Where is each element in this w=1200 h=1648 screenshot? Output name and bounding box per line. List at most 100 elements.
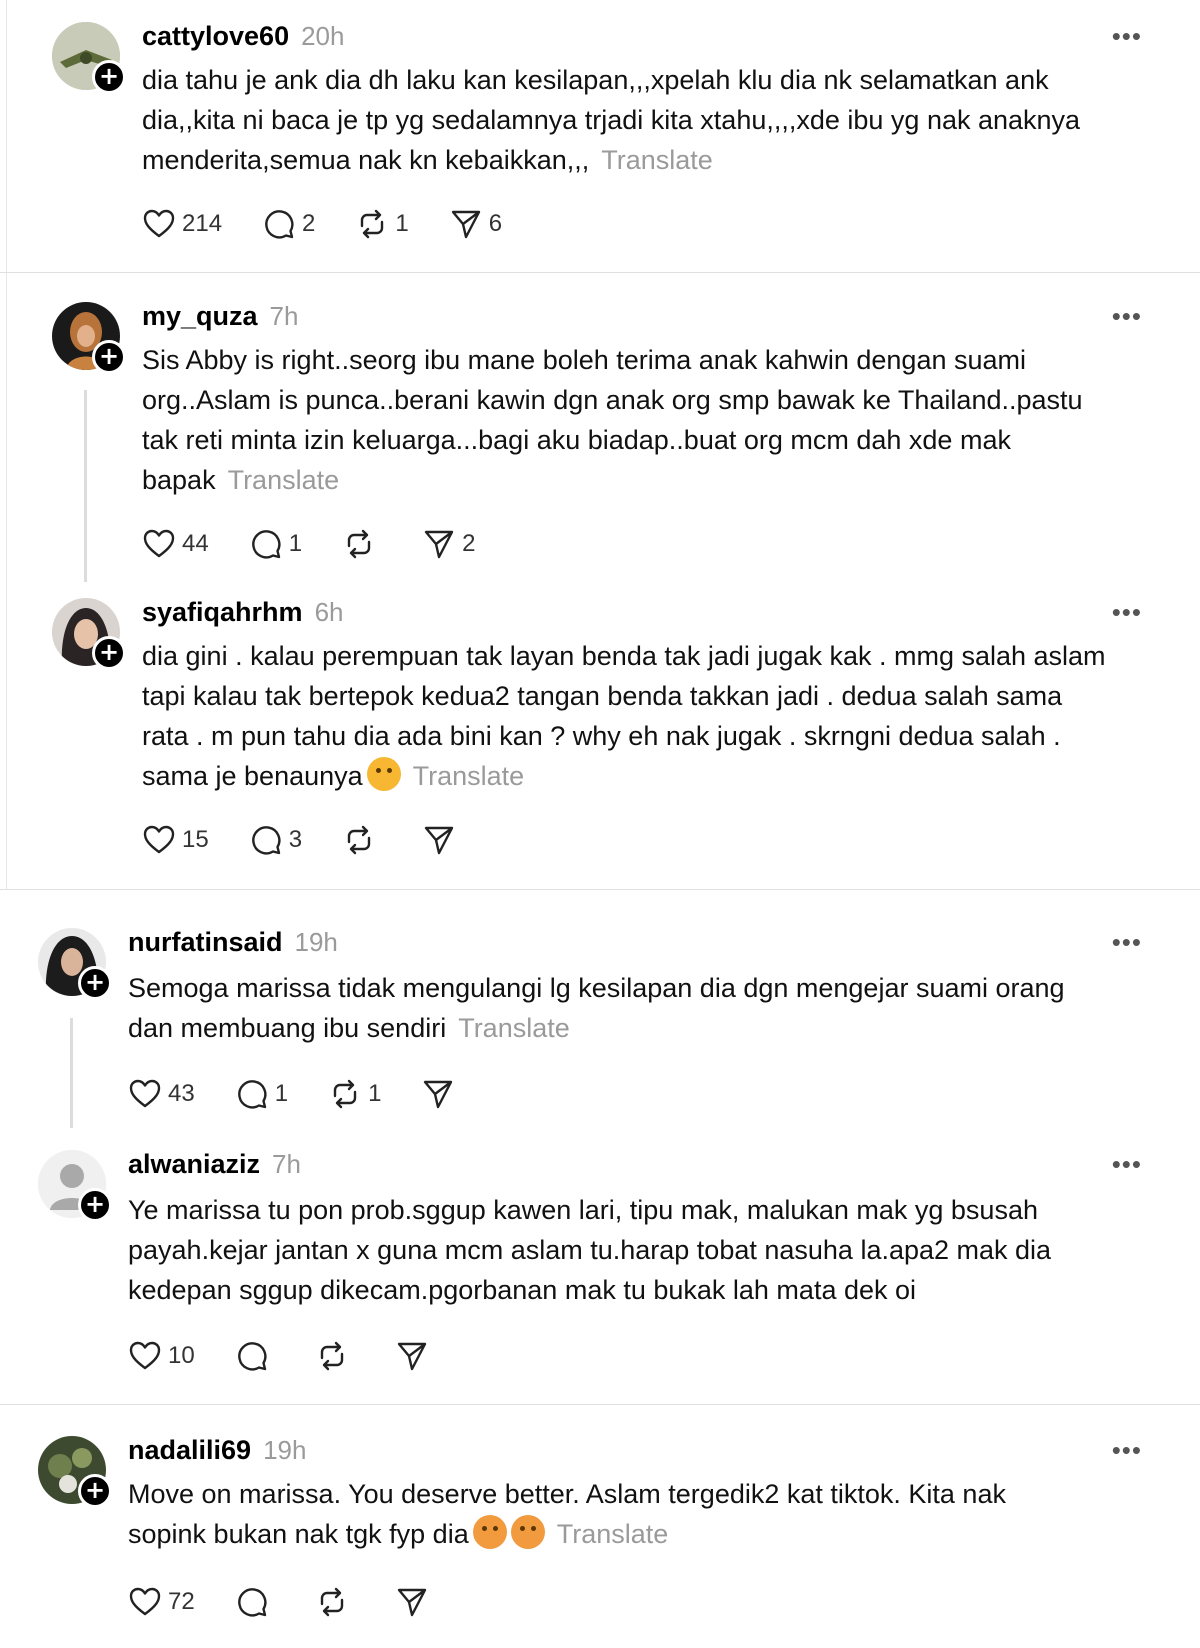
- reply-button[interactable]: 2: [262, 207, 315, 241]
- heart-icon: [142, 207, 176, 241]
- repost-button[interactable]: [315, 1585, 355, 1619]
- post-header: cattylove60 20h: [142, 16, 344, 56]
- post-text: dia tahu je ank dia dh laku kan kesilapa…: [142, 60, 1157, 180]
- username[interactable]: nadalili69: [128, 1435, 251, 1465]
- share-count: 6: [488, 210, 503, 237]
- follow-plus-icon[interactable]: +: [78, 1474, 112, 1508]
- heart-icon: [128, 1077, 162, 1111]
- timestamp: 7h: [272, 1149, 301, 1179]
- post-header: my_quza 7h: [142, 296, 298, 336]
- heart-icon: [142, 823, 176, 857]
- post-text: Semoga marissa tidak mengulangi lg kesil…: [128, 968, 1143, 1048]
- translate-link[interactable]: Translate: [458, 1013, 570, 1043]
- reply-button[interactable]: [235, 1339, 275, 1373]
- like-count: 15: [182, 826, 209, 853]
- repost-button[interactable]: [342, 527, 382, 561]
- share-button[interactable]: [421, 1077, 461, 1111]
- send-icon: [422, 823, 456, 857]
- divider: [0, 272, 1200, 273]
- username[interactable]: alwaniaziz: [128, 1149, 260, 1179]
- translate-link[interactable]: Translate: [413, 761, 525, 791]
- follow-plus-icon[interactable]: +: [78, 966, 112, 1000]
- repost-count: 1: [368, 1080, 382, 1107]
- timestamp: 7h: [269, 301, 299, 331]
- reply-count: 1: [288, 530, 303, 557]
- comment-icon: [235, 1585, 269, 1619]
- more-icon[interactable]: •••: [1112, 1437, 1142, 1463]
- reply-count: 1: [274, 1080, 289, 1107]
- send-icon: [422, 527, 456, 561]
- send-icon: [395, 1339, 429, 1373]
- post-text: Sis Abby is right..seorg ibu mane boleh …: [142, 340, 1157, 500]
- send-icon: [421, 1077, 455, 1111]
- more-icon[interactable]: •••: [1112, 929, 1142, 955]
- translate-link[interactable]: Translate: [601, 145, 713, 175]
- reply-button[interactable]: [235, 1585, 275, 1619]
- follow-plus-icon[interactable]: +: [78, 1188, 112, 1222]
- thread-line: [84, 390, 87, 582]
- heart-icon: [128, 1339, 162, 1373]
- action-bar: 10: [128, 1336, 475, 1376]
- repost-button[interactable]: [342, 823, 382, 857]
- follow-plus-icon[interactable]: +: [92, 636, 126, 670]
- more-icon[interactable]: •••: [1112, 1151, 1142, 1177]
- action-bar: 15 3: [142, 820, 502, 860]
- like-button[interactable]: 72: [128, 1585, 195, 1619]
- follow-plus-icon[interactable]: +: [92, 340, 126, 374]
- reply-count: 2: [302, 210, 316, 237]
- post-header: nurfatinsaid 19h: [128, 922, 338, 962]
- username[interactable]: nurfatinsaid: [128, 927, 283, 957]
- like-count: 10: [168, 1342, 195, 1369]
- follow-plus-icon[interactable]: +: [92, 60, 126, 94]
- reply-button[interactable]: 3: [249, 823, 302, 857]
- send-icon: [395, 1585, 429, 1619]
- repost-icon: [315, 1339, 349, 1373]
- post-body: dia gini . kalau perempuan tak layan ben…: [142, 641, 1106, 791]
- comment-icon: [235, 1077, 269, 1111]
- like-count: 43: [168, 1080, 195, 1107]
- like-button[interactable]: 44: [142, 527, 209, 561]
- like-count: 72: [168, 1588, 195, 1615]
- angry-face-icon: [472, 1515, 507, 1549]
- more-icon[interactable]: •••: [1112, 23, 1142, 49]
- username[interactable]: syafiqahrhm: [142, 597, 303, 627]
- action-bar: 44 1 2: [142, 524, 515, 564]
- comment-icon: [235, 1339, 269, 1373]
- reply-button[interactable]: 1: [235, 1077, 288, 1111]
- like-button[interactable]: 10: [128, 1339, 195, 1373]
- like-button[interactable]: 43: [128, 1077, 195, 1111]
- comment-icon: [262, 207, 296, 241]
- thread-border: [6, 0, 7, 890]
- translate-link[interactable]: Translate: [557, 1519, 669, 1549]
- share-button[interactable]: [395, 1339, 435, 1373]
- post-header: alwaniaziz 7h: [128, 1144, 301, 1184]
- share-button[interactable]: [395, 1585, 435, 1619]
- repost-button[interactable]: [315, 1339, 355, 1373]
- translate-link[interactable]: Translate: [228, 465, 340, 495]
- like-count: 44: [182, 530, 209, 557]
- repost-button[interactable]: 1: [355, 207, 409, 241]
- share-button[interactable]: 6: [449, 207, 502, 241]
- thread-line: [70, 1018, 73, 1128]
- divider: [0, 889, 1200, 890]
- heart-icon: [128, 1585, 162, 1619]
- like-button[interactable]: 214: [142, 207, 222, 241]
- repost-icon: [342, 823, 376, 857]
- repost-icon: [328, 1077, 362, 1111]
- more-icon[interactable]: •••: [1112, 303, 1142, 329]
- username[interactable]: cattylove60: [142, 21, 289, 51]
- share-button[interactable]: [422, 823, 462, 857]
- action-bar: 214 2 1 6: [142, 204, 542, 244]
- reply-button[interactable]: 1: [249, 527, 302, 561]
- like-button[interactable]: 15: [142, 823, 209, 857]
- post-header: nadalili69 19h: [128, 1430, 306, 1470]
- username[interactable]: my_quza: [142, 301, 258, 331]
- repost-icon: [355, 207, 389, 241]
- repost-icon: [315, 1585, 349, 1619]
- more-icon[interactable]: •••: [1112, 599, 1142, 625]
- angry-face-icon: [510, 1515, 545, 1549]
- share-button[interactable]: 2: [422, 527, 475, 561]
- like-count: 214: [182, 210, 223, 237]
- comment-icon: [249, 527, 283, 561]
- repost-button[interactable]: 1: [328, 1077, 381, 1111]
